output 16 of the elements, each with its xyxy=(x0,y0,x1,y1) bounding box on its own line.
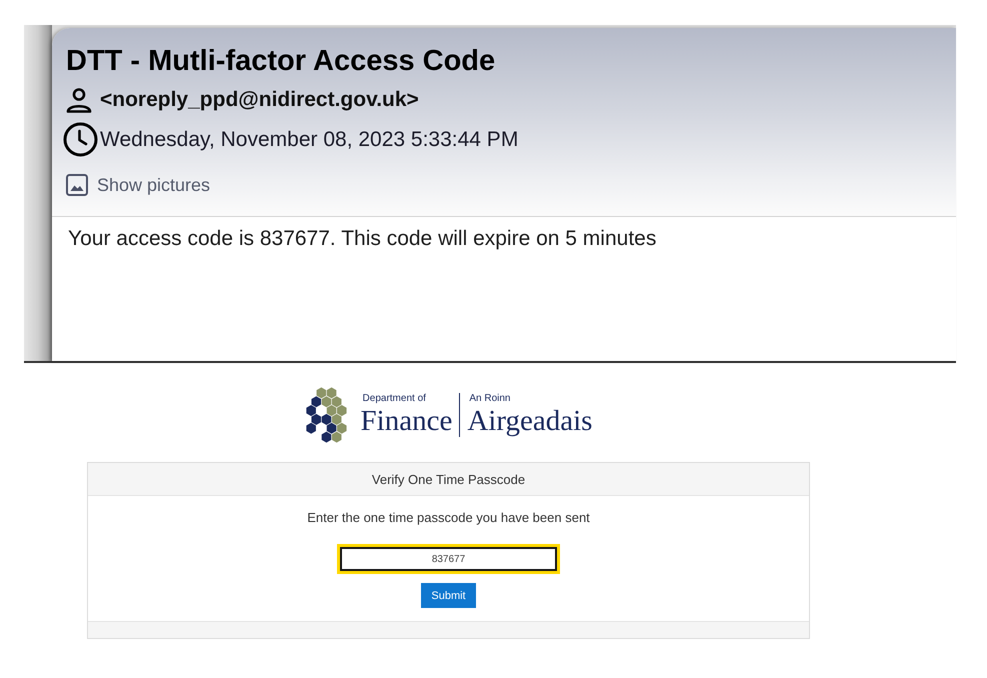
email-body-text: Your access code is 837677. This code will expire on 5 minutes xyxy=(68,227,658,251)
show-pictures-link[interactable]: Show pictures xyxy=(97,174,210,196)
image-icon xyxy=(66,174,88,196)
passcode-input[interactable]: 837677 xyxy=(340,547,557,571)
person-icon xyxy=(66,87,92,113)
email-subject: DTT - Mutli-factor Access Code xyxy=(66,45,496,78)
department-label: Department of xyxy=(362,393,426,405)
instruction-text: Enter the one time passcode you have been sent xyxy=(307,509,590,527)
irish-label: An Roinn xyxy=(469,393,510,405)
irish-wordmark: Airgeadais xyxy=(467,405,592,437)
sender-address: <noreply_ppd@nidirect.gov.uk> xyxy=(100,88,419,112)
card-title: Verify One Time Passcode xyxy=(372,472,526,486)
sent-date: Wednesday, November 08, 2023 5:33:44 PM xyxy=(100,128,518,152)
submit-button[interactable]: Submit xyxy=(421,583,476,608)
department-wordmark: Finance xyxy=(360,405,452,437)
clock-icon xyxy=(63,122,98,157)
